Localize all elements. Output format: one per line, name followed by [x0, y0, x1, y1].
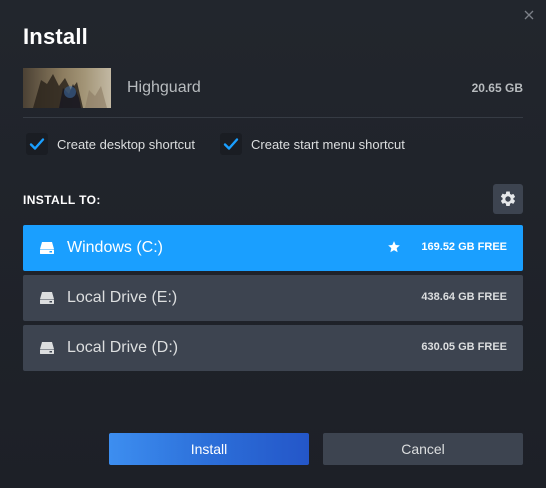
drive-name: Windows (C:): [67, 239, 164, 256]
dialog-title: Install: [23, 24, 88, 49]
start-menu-shortcut-checkbox[interactable]: [220, 133, 242, 155]
game-size: 20.65 GB: [471, 81, 523, 95]
install-button[interactable]: Install: [109, 433, 309, 465]
drive-free-space: 630.05 GB FREE: [421, 341, 507, 353]
drive-option-e[interactable]: Local Drive (E:) 438.64 GB FREE: [23, 275, 523, 321]
game-row: Highguard 20.65 GB: [23, 68, 523, 108]
hard-drive-icon: [40, 242, 54, 254]
drive-free-space: 169.52 GB FREE: [421, 241, 507, 253]
cancel-button[interactable]: Cancel: [323, 433, 523, 465]
start-menu-shortcut-option[interactable]: Create start menu shortcut: [220, 133, 405, 155]
install-to-heading: INSTALL TO:: [23, 193, 101, 207]
game-name: Highguard: [127, 79, 201, 96]
gear-icon: [500, 191, 516, 206]
divider: [23, 117, 523, 118]
drive-option-d[interactable]: Local Drive (D:) 630.05 GB FREE: [23, 325, 523, 371]
install-dialog: Install Highguard 20.65 GB Create deskto…: [0, 0, 546, 488]
close-icon[interactable]: [522, 8, 536, 22]
desktop-shortcut-checkbox[interactable]: [26, 133, 48, 155]
checkmark-icon: [223, 138, 239, 150]
checkmark-icon: [29, 138, 45, 150]
desktop-shortcut-label: Create desktop shortcut: [57, 136, 196, 152]
star-icon: [388, 241, 400, 253]
drive-option-c[interactable]: Windows (C:) 169.52 GB FREE: [23, 225, 523, 271]
hard-drive-icon: [40, 292, 54, 304]
drive-name: Local Drive (E:): [67, 289, 178, 306]
start-menu-shortcut-label: Create start menu shortcut: [251, 136, 405, 152]
hard-drive-icon: [40, 342, 54, 354]
storage-settings-button[interactable]: [493, 184, 523, 214]
drive-free-space: 438.64 GB FREE: [421, 291, 507, 303]
drive-name: Local Drive (D:): [67, 339, 179, 356]
game-thumbnail: [23, 68, 111, 108]
desktop-shortcut-option[interactable]: Create desktop shortcut: [26, 133, 195, 155]
